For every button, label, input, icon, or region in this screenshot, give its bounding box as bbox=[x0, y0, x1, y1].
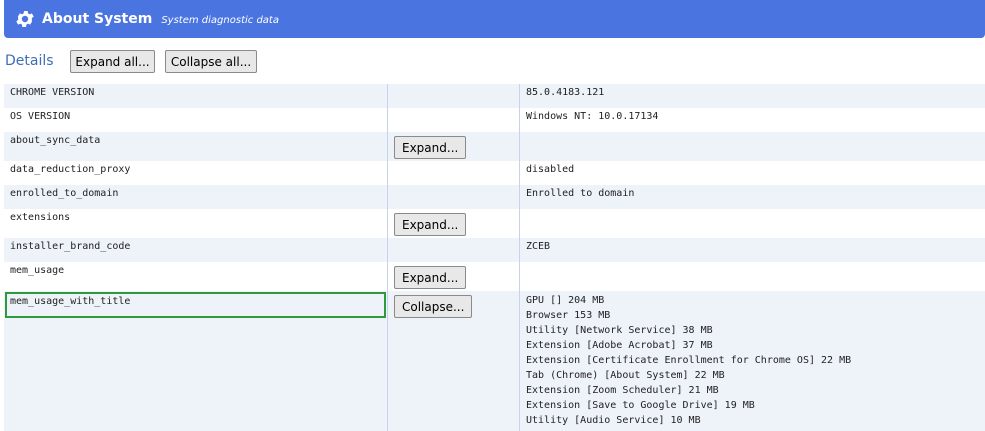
app-header: About System System diagnostic data bbox=[4, 0, 985, 38]
mem-usage-line: Extension [Certificate Enrollment for Ch… bbox=[526, 353, 985, 368]
table-row: data_reduction_proxy disabled bbox=[4, 161, 985, 185]
row-value: Windows NT: 10.0.17134 bbox=[520, 108, 985, 132]
diagnostic-table: CHROME VERSION 85.0.4183.121 OS VERSION … bbox=[4, 84, 985, 431]
mem-usage-line: GPU [] 204 MB bbox=[526, 293, 985, 308]
row-value: 85.0.4183.121 bbox=[520, 84, 985, 108]
row-key: data_reduction_proxy bbox=[4, 161, 388, 185]
row-action-cell: Expand... bbox=[388, 262, 520, 291]
mem-usage-line: Extension [Zoom Scheduler] 21 MB bbox=[526, 383, 985, 398]
row-action-cell bbox=[388, 84, 520, 108]
highlight-box: mem_usage_with_title bbox=[4, 291, 387, 319]
expand-button[interactable]: Expand... bbox=[394, 213, 466, 236]
row-value: GPU [] 204 MB Browser 153 MB Utility [Ne… bbox=[520, 291, 985, 431]
row-key: mem_usage bbox=[4, 262, 388, 291]
row-action-cell bbox=[388, 108, 520, 132]
row-value: ZCEB bbox=[520, 238, 985, 262]
row-action-cell bbox=[388, 238, 520, 262]
mem-usage-line: Utility [Network Service] 38 MB bbox=[526, 323, 985, 338]
table-row: mem_usage Expand... bbox=[4, 262, 985, 291]
table-row: mem_usage_with_title Collapse... GPU [] … bbox=[4, 291, 985, 431]
details-label: Details bbox=[5, 53, 54, 69]
row-action-cell: Collapse... bbox=[388, 291, 520, 431]
table-row: extensions Expand... bbox=[4, 209, 985, 238]
row-value bbox=[520, 209, 985, 238]
table-row: OS VERSION Windows NT: 10.0.17134 bbox=[4, 108, 985, 132]
mem-usage-line: Extension [Adobe Acrobat] 37 MB bbox=[526, 338, 985, 353]
expand-button[interactable]: Expand... bbox=[394, 136, 466, 159]
page-subtitle: System diagnostic data bbox=[161, 15, 279, 26]
collapse-button[interactable]: Collapse... bbox=[394, 295, 472, 318]
gear-icon bbox=[14, 8, 36, 30]
row-action-cell: Expand... bbox=[388, 132, 520, 161]
mem-usage-line: Utility [Audio Service] 10 MB bbox=[526, 413, 985, 428]
row-key: OS VERSION bbox=[4, 108, 388, 132]
row-key: mem_usage_with_title bbox=[10, 296, 130, 307]
table-row: CHROME VERSION 85.0.4183.121 bbox=[4, 84, 985, 108]
page-title: About System bbox=[42, 11, 152, 27]
row-action-cell bbox=[388, 161, 520, 185]
row-value bbox=[520, 132, 985, 161]
row-value: disabled bbox=[520, 161, 985, 185]
row-key: about_sync_data bbox=[4, 132, 388, 161]
row-key: CHROME VERSION bbox=[4, 84, 388, 108]
row-key: extensions bbox=[4, 209, 388, 238]
table-row: installer_brand_code ZCEB bbox=[4, 238, 985, 262]
row-key: enrolled_to_domain bbox=[4, 185, 388, 209]
toolbar: Details Expand all... Collapse all... bbox=[0, 49, 985, 73]
row-key: installer_brand_code bbox=[4, 238, 388, 262]
row-value: Enrolled to domain bbox=[520, 185, 985, 209]
expand-all-button[interactable]: Expand all... bbox=[70, 50, 155, 73]
table-row: about_sync_data Expand... bbox=[4, 132, 985, 161]
expand-button[interactable]: Expand... bbox=[394, 266, 466, 289]
table-row: enrolled_to_domain Enrolled to domain bbox=[4, 185, 985, 209]
mem-usage-line: Browser 153 MB bbox=[526, 308, 985, 323]
row-value bbox=[520, 262, 985, 291]
collapse-all-button[interactable]: Collapse all... bbox=[165, 50, 257, 73]
mem-usage-line: Tab (Chrome) [About System] 22 MB bbox=[526, 368, 985, 383]
row-action-cell: Expand... bbox=[388, 209, 520, 238]
row-action-cell bbox=[388, 185, 520, 209]
row-key-highlighted: mem_usage_with_title bbox=[4, 291, 388, 431]
